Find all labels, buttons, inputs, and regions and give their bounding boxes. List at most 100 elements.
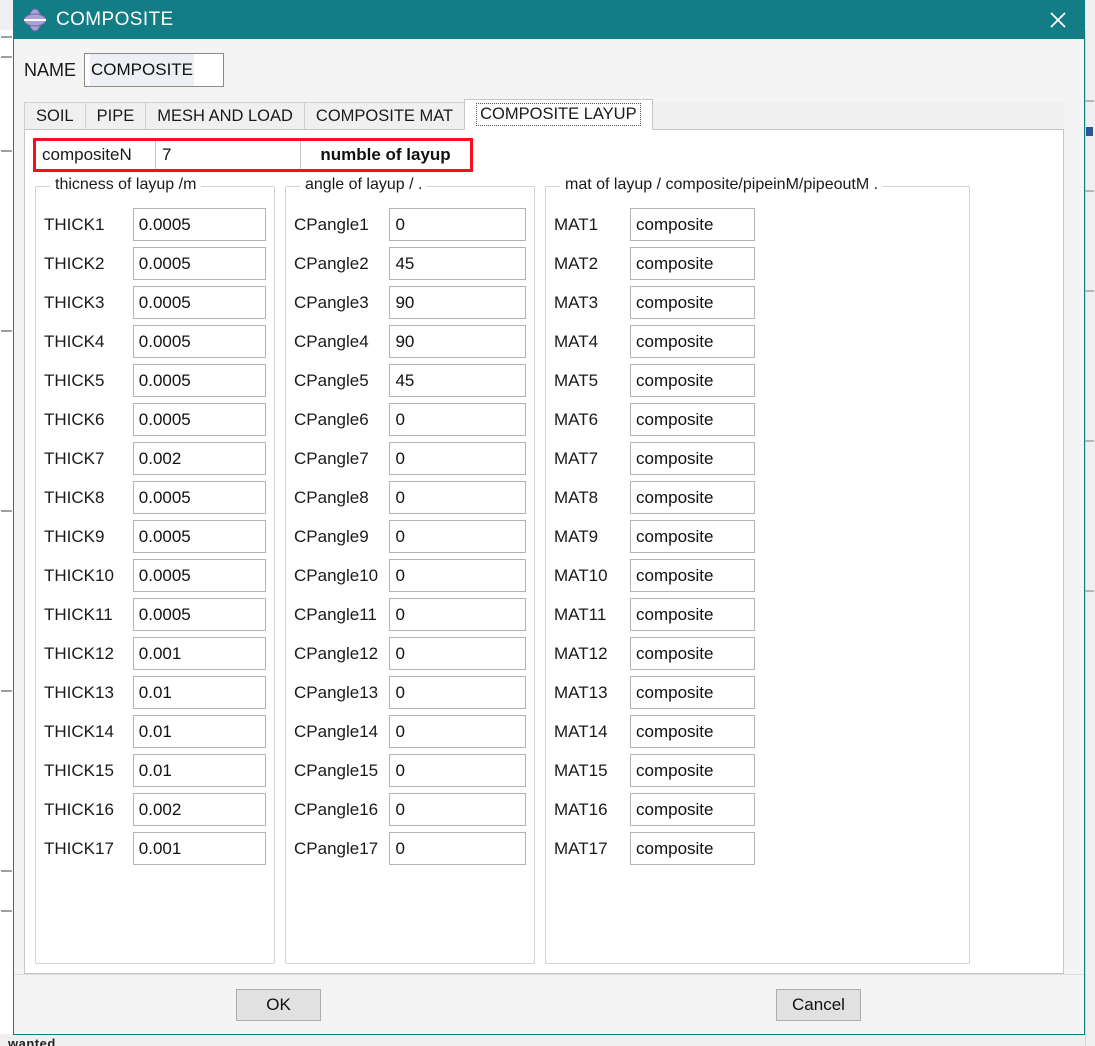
angle-label: CPangle6 <box>294 409 369 429</box>
thickness-row: THICK12 0.001 <box>44 634 266 673</box>
thickness-input[interactable]: 0.0005 <box>132 520 266 553</box>
thickness-input[interactable]: 0.0005 <box>132 403 266 436</box>
thickness-row: THICK8 0.0005 <box>44 478 266 517</box>
material-input[interactable]: composite <box>630 598 755 631</box>
composite-diamond-icon <box>20 5 50 35</box>
angle-row: CPangle7 0 <box>294 439 526 478</box>
material-label: MAT11 <box>554 604 607 624</box>
angle-input[interactable]: 0 <box>389 754 526 787</box>
angle-input[interactable]: 0 <box>389 637 526 670</box>
material-input[interactable]: composite <box>630 286 755 319</box>
thickness-input[interactable]: 0.001 <box>132 832 266 865</box>
angle-input[interactable]: 0 <box>389 208 526 241</box>
thickness-row: THICK3 0.0005 <box>44 283 266 322</box>
thickness-label: THICK2 <box>44 253 105 273</box>
thickness-input[interactable]: 0.0005 <box>132 247 266 280</box>
material-label: MAT15 <box>554 760 608 780</box>
angle-input[interactable]: 0 <box>389 676 526 709</box>
material-input[interactable]: composite <box>630 637 755 670</box>
angle-input[interactable]: 90 <box>389 286 526 319</box>
angle-input[interactable]: 0 <box>389 598 526 631</box>
angle-row: CPangle3 90 <box>294 283 526 322</box>
material-input[interactable]: composite <box>630 793 755 826</box>
tab-pipe[interactable]: PIPE <box>84 102 147 130</box>
thickness-input[interactable]: 0.002 <box>132 793 266 826</box>
tab-composite-layup[interactable]: COMPOSITE LAYUP <box>464 99 653 130</box>
angle-input[interactable]: 0 <box>389 442 526 475</box>
angle-row: CPangle8 0 <box>294 478 526 517</box>
angle-input[interactable]: 0 <box>389 559 526 592</box>
angle-input[interactable]: 0 <box>389 403 526 436</box>
angle-input[interactable]: 0 <box>389 520 526 553</box>
background-cut-text: wanted <box>8 1036 56 1046</box>
angle-input[interactable]: 0 <box>389 715 526 748</box>
thickness-input[interactable]: 0.0005 <box>132 208 266 241</box>
material-input[interactable]: composite <box>630 676 755 709</box>
ok-button[interactable]: OK <box>236 989 321 1021</box>
tab-soil[interactable]: SOIL <box>24 102 86 130</box>
angle-row: CPangle17 0 <box>294 829 526 868</box>
thickness-input[interactable]: 0.0005 <box>132 364 266 397</box>
thickness-input[interactable]: 0.002 <box>132 442 266 475</box>
thickness-row: THICK4 0.0005 <box>44 322 266 361</box>
angle-row: CPangle12 0 <box>294 634 526 673</box>
material-row: MAT3 composite <box>554 283 961 322</box>
material-row: MAT5 composite <box>554 361 961 400</box>
thickness-label: THICK15 <box>44 760 114 780</box>
thickness-input[interactable]: 0.0005 <box>132 325 266 358</box>
thickness-input[interactable]: 0.0005 <box>132 598 266 631</box>
thickness-input[interactable]: 0.0005 <box>132 286 266 319</box>
material-input[interactable]: composite <box>630 832 755 865</box>
angle-label: CPangle9 <box>294 526 369 546</box>
angle-input[interactable]: 90 <box>389 325 526 358</box>
name-input[interactable]: COMPOSITE <box>84 53 225 87</box>
material-input[interactable]: composite <box>630 481 755 514</box>
material-input[interactable]: composite <box>630 754 755 787</box>
material-label: MAT1 <box>554 214 599 234</box>
material-label: MAT13 <box>554 682 608 702</box>
angle-label: CPangle11 <box>294 604 377 624</box>
tab-mesh-and-load[interactable]: MESH AND LOAD <box>145 102 305 130</box>
background-right-panel <box>1085 30 1095 1046</box>
angle-input[interactable]: 0 <box>389 481 526 514</box>
angle-input[interactable]: 45 <box>389 364 526 397</box>
material-input[interactable]: composite <box>630 364 755 397</box>
cancel-button[interactable]: Cancel <box>776 989 861 1021</box>
angle-label: CPangle7 <box>294 448 369 468</box>
angle-input[interactable]: 45 <box>389 247 526 280</box>
material-input[interactable]: composite <box>630 403 755 436</box>
thickness-input[interactable]: 0.01 <box>132 676 266 709</box>
material-row: MAT15 composite <box>554 751 961 790</box>
angle-row: CPangle5 45 <box>294 361 526 400</box>
angle-row: CPangle11 0 <box>294 595 526 634</box>
material-input[interactable]: composite <box>630 442 755 475</box>
material-input[interactable]: composite <box>630 715 755 748</box>
material-input[interactable]: composite <box>630 325 755 358</box>
material-label: MAT8 <box>554 487 599 507</box>
thickness-group: thicness of layup /m THICK1 0.0005 THICK2… <box>35 176 275 964</box>
angle-input[interactable]: 0 <box>389 793 526 826</box>
thickness-input[interactable]: 0.01 <box>132 715 266 748</box>
close-icon[interactable] <box>1032 1 1084 39</box>
thickness-label: THICK16 <box>44 799 114 819</box>
material-input[interactable]: composite <box>630 520 755 553</box>
material-row: MAT10 composite <box>554 556 961 595</box>
thickness-label: THICK1 <box>44 214 105 234</box>
thickness-input[interactable]: 0.01 <box>132 754 266 787</box>
angle-label: CPangle15 <box>294 760 379 780</box>
thickness-input[interactable]: 0.0005 <box>132 559 266 592</box>
angle-input[interactable]: 0 <box>389 832 526 865</box>
composite-n-input[interactable]: 7 <box>156 141 301 169</box>
thickness-input[interactable]: 0.001 <box>132 637 266 670</box>
tab-composite-mat[interactable]: COMPOSITE MAT <box>303 102 466 130</box>
material-input[interactable]: composite <box>630 247 755 280</box>
thickness-input[interactable]: 0.0005 <box>132 481 266 514</box>
material-label: MAT9 <box>554 526 599 546</box>
tab-mesh-and-load-label: MESH AND LOAD <box>157 107 293 125</box>
tab-composite-layup-label: COMPOSITE LAYUP <box>476 103 641 126</box>
material-input[interactable]: composite <box>630 559 755 592</box>
material-label: MAT17 <box>554 838 608 858</box>
material-label: MAT5 <box>554 370 599 390</box>
material-input[interactable]: composite <box>630 208 755 241</box>
material-group: mat of layup / composite/pipeinM/pipeout… <box>545 176 970 964</box>
